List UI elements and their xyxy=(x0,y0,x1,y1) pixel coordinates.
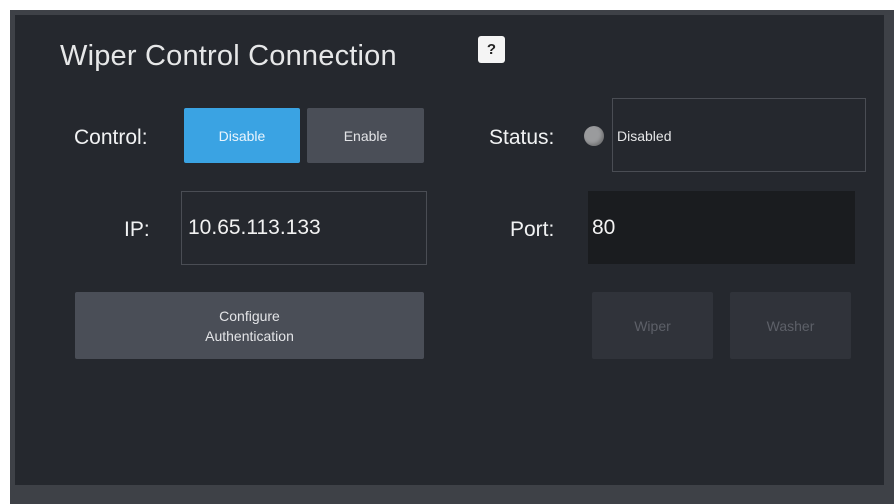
port-label: Port: xyxy=(510,218,555,241)
configure-label-line2: Authentication xyxy=(205,327,294,344)
disable-button[interactable]: Disable xyxy=(184,108,300,163)
ip-label: IP: xyxy=(124,218,150,241)
status-value: Disabled xyxy=(617,128,672,144)
port-field[interactable]: 80 xyxy=(588,191,855,264)
washer-button[interactable]: Washer xyxy=(730,292,851,359)
enable-button[interactable]: Enable xyxy=(307,108,424,163)
ip-field[interactable]: 10.65.113.133 xyxy=(181,191,427,265)
status-indicator-icon xyxy=(584,126,604,146)
port-value: 80 xyxy=(592,215,616,239)
help-icon[interactable]: ? xyxy=(478,36,505,63)
wiper-button[interactable]: Wiper xyxy=(592,292,713,359)
status-label: Status: xyxy=(489,126,555,149)
configure-label-line1: Configure xyxy=(219,307,280,324)
panel-title: Wiper Control Connection xyxy=(60,40,397,72)
control-label: Control: xyxy=(74,126,148,149)
configure-authentication-button[interactable]: Configure Authentication xyxy=(75,292,424,359)
ip-value: 10.65.113.133 xyxy=(188,216,321,239)
